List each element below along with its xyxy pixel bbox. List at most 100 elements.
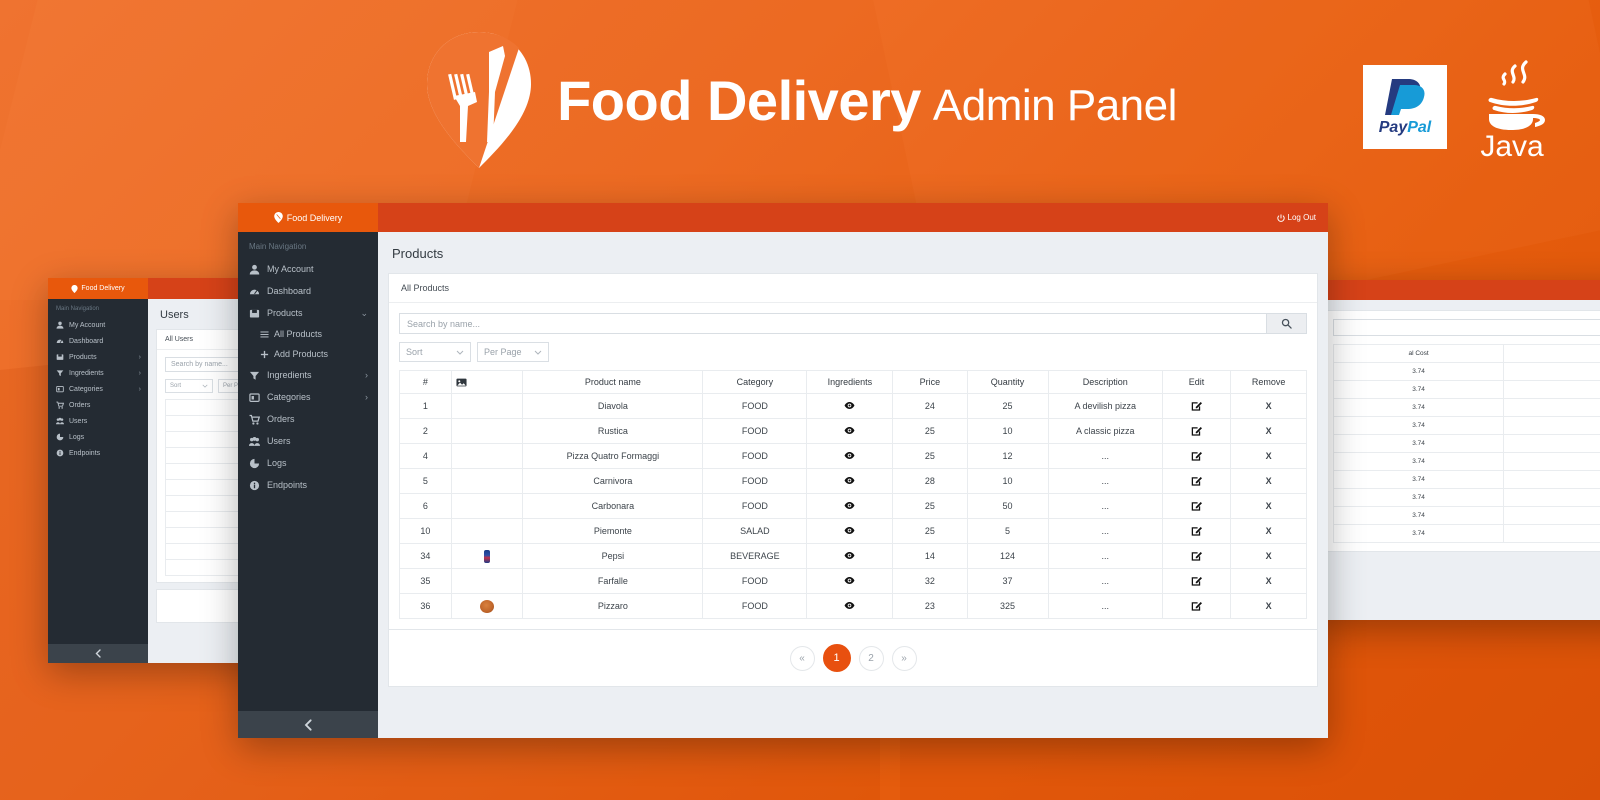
sidebar-item-label: Ingredients — [267, 370, 312, 380]
product-edit-button[interactable] — [1161, 468, 1232, 494]
table-row[interactable]: 3.742019-01-28T13:54:24 — [1332, 398, 1600, 417]
product-remove-button[interactable]: X — [1230, 493, 1307, 519]
sidebar-item-endpoints[interactable]: Endpoints — [238, 474, 378, 496]
product-remove-button[interactable]: X — [1230, 468, 1307, 494]
sidebar-item-ingredients[interactable]: Ingredients › — [48, 365, 148, 381]
products-logout-button[interactable]: Log Out — [1276, 213, 1316, 222]
product-remove-button[interactable]: X — [1230, 593, 1307, 619]
table-row[interactable]: 3.742019-01-28T14:36:32 — [1332, 452, 1600, 471]
table-row[interactable]: 3.742019-01-28T14:36:34 — [1332, 506, 1600, 525]
pagination-page-2[interactable]: 2 — [858, 645, 884, 671]
products-search-button[interactable] — [1267, 313, 1307, 334]
product-remove-button[interactable]: X — [1230, 568, 1307, 594]
product-ingredients-button[interactable] — [806, 418, 894, 444]
sidebar-item-ingredients[interactable]: Ingredients › — [238, 364, 378, 386]
table-row[interactable]: 10 Piemonte SALAD 25 5... X — [399, 518, 1307, 544]
sidebar-item-categories[interactable]: Categories › — [48, 381, 148, 397]
table-row[interactable]: 35 Farfalle FOOD 32 37... X — [399, 568, 1307, 594]
sidebar-item-users[interactable]: Users — [238, 430, 378, 452]
table-row[interactable]: 3.742019-01-28T10:37:21 — [1332, 362, 1600, 381]
sidebar-item-endpoints[interactable]: Endpoints — [48, 445, 148, 461]
table-row[interactable]: 3.742019-01-28T14:36:33 — [1332, 488, 1600, 507]
table-row[interactable]: 3.742019-01-28T14:36:35 — [1332, 524, 1600, 543]
products-perpage-select[interactable]: Per Page — [477, 342, 549, 362]
table-row[interactable]: 2 Rustica FOOD 25 10 A classic pizza X — [399, 418, 1307, 444]
product-edit-button[interactable] — [1161, 543, 1232, 569]
image-icon — [456, 378, 467, 386]
sidebar-item-dashboard[interactable]: Dashboard — [238, 280, 378, 302]
product-edit-button[interactable] — [1161, 493, 1232, 519]
table-row[interactable]: 6 Carbonara FOOD 25 50... X — [399, 493, 1307, 519]
table-row[interactable]: 3.742019-01-28T13:32:48 — [1332, 380, 1600, 399]
sidebar-caret: › — [138, 369, 141, 377]
sidebar-item-my-account[interactable]: My Account — [48, 317, 148, 333]
sidebar-item-orders[interactable]: Orders — [48, 397, 148, 413]
sidebar-item-logs[interactable]: Logs — [48, 429, 148, 445]
sidebar-item-add-products[interactable]: Add Products — [238, 344, 378, 364]
product-edit-button[interactable] — [1161, 393, 1232, 419]
table-row[interactable]: 3.742019-01-28T14:36:30 — [1332, 416, 1600, 435]
product-remove-button[interactable]: X — [1230, 418, 1307, 444]
sidebar-caret: › — [365, 370, 368, 380]
dashboard-icon — [249, 289, 260, 294]
products-window[interactable]: Food Delivery Main Navigation My Account… — [238, 203, 1328, 738]
product-quantity-cell: 124 — [966, 543, 1049, 569]
products-sidebar-collapse-button[interactable] — [238, 711, 378, 738]
product-remove-button[interactable]: X — [1230, 518, 1307, 544]
table-row[interactable]: 1 Diavola FOOD 24 25 A devilish pizza X — [399, 393, 1307, 419]
box-icon — [249, 309, 260, 318]
sidebar-item-label: Products — [69, 353, 97, 361]
product-ingredients-button[interactable] — [806, 593, 894, 619]
table-row[interactable]: 5 Carnivora FOOD 28 10... X — [399, 468, 1307, 494]
product-edit-button[interactable] — [1161, 418, 1232, 444]
product-ingredients-button[interactable] — [806, 568, 894, 594]
pagination-page-1[interactable]: 1 — [822, 644, 851, 672]
table-row[interactable]: 3.742019-01-28T14:36:31 — [1332, 434, 1600, 453]
product-thumbnail — [484, 549, 491, 563]
sidebar-item-products[interactable]: Products ⌄ — [238, 302, 378, 324]
table-row[interactable]: 34 Pepsi BEVERAGE 14 124... X — [399, 543, 1307, 569]
list-icon-wrap — [260, 330, 269, 339]
sidebar-item-orders[interactable]: Orders — [238, 408, 378, 430]
product-ingredients-button[interactable] — [806, 543, 894, 569]
product-price-cell: 23 — [892, 593, 968, 619]
users-sort-select[interactable]: Sort — [165, 379, 213, 393]
users-sidebar-brand[interactable]: Food Delivery — [48, 278, 148, 299]
product-remove-button[interactable]: X — [1230, 443, 1307, 469]
product-edit-button[interactable] — [1161, 443, 1232, 469]
products-sort-select[interactable]: Sort — [399, 342, 471, 362]
pagination-next[interactable]: » — [891, 645, 917, 671]
paypal-icon — [1385, 79, 1425, 115]
sidebar-item-logs[interactable]: Logs — [238, 452, 378, 474]
plus-icon-wrap — [260, 350, 269, 359]
products-search-input[interactable]: Search by name... — [399, 313, 1267, 334]
logs-window[interactable]: Log Out al CostDate 3.742019-01-28T10:37… — [1312, 280, 1600, 620]
product-ingredients-button[interactable] — [806, 443, 894, 469]
product-ingredients-button[interactable] — [806, 518, 894, 544]
product-remove-button[interactable]: X — [1230, 543, 1307, 569]
sidebar-item-all-products[interactable]: All Products — [238, 324, 378, 344]
product-ingredients-button[interactable] — [806, 393, 894, 419]
pagination-prev[interactable]: « — [789, 645, 815, 671]
sidebar-item-users[interactable]: Users — [48, 413, 148, 429]
product-ingredients-button[interactable] — [806, 468, 894, 494]
product-remove-button[interactable]: X — [1230, 393, 1307, 419]
logs-search-input[interactable] — [1333, 319, 1600, 336]
sidebar-item-categories[interactable]: Categories › — [238, 386, 378, 408]
product-ingredients-button[interactable] — [806, 493, 894, 519]
product-edit-button[interactable] — [1161, 518, 1232, 544]
product-description-cell: ... — [1047, 568, 1163, 594]
sidebar-item-my-account[interactable]: My Account — [238, 258, 378, 280]
users-sidebar-collapse-button[interactable] — [48, 644, 148, 663]
product-edit-button[interactable] — [1161, 568, 1232, 594]
table-row[interactable]: 3.742019-01-28T14:36:32 — [1332, 470, 1600, 489]
table-row[interactable]: 36 Pizzaro FOOD 23 325... X — [399, 593, 1307, 619]
table-row[interactable]: 4 Pizza Quatro Formaggi FOOD 25 12... X — [399, 443, 1307, 469]
products-sidebar-brand[interactable]: Food Delivery — [238, 203, 378, 232]
product-edit-button[interactable] — [1161, 593, 1232, 619]
sidebar-item-products[interactable]: Products › — [48, 349, 148, 365]
sidebar-item-dashboard[interactable]: Dashboard — [48, 333, 148, 349]
logs-cost-cell: 3.74 — [1332, 488, 1505, 507]
product-description-cell: A classic pizza — [1047, 418, 1163, 444]
logs-cost-cell: 3.74 — [1332, 416, 1505, 435]
